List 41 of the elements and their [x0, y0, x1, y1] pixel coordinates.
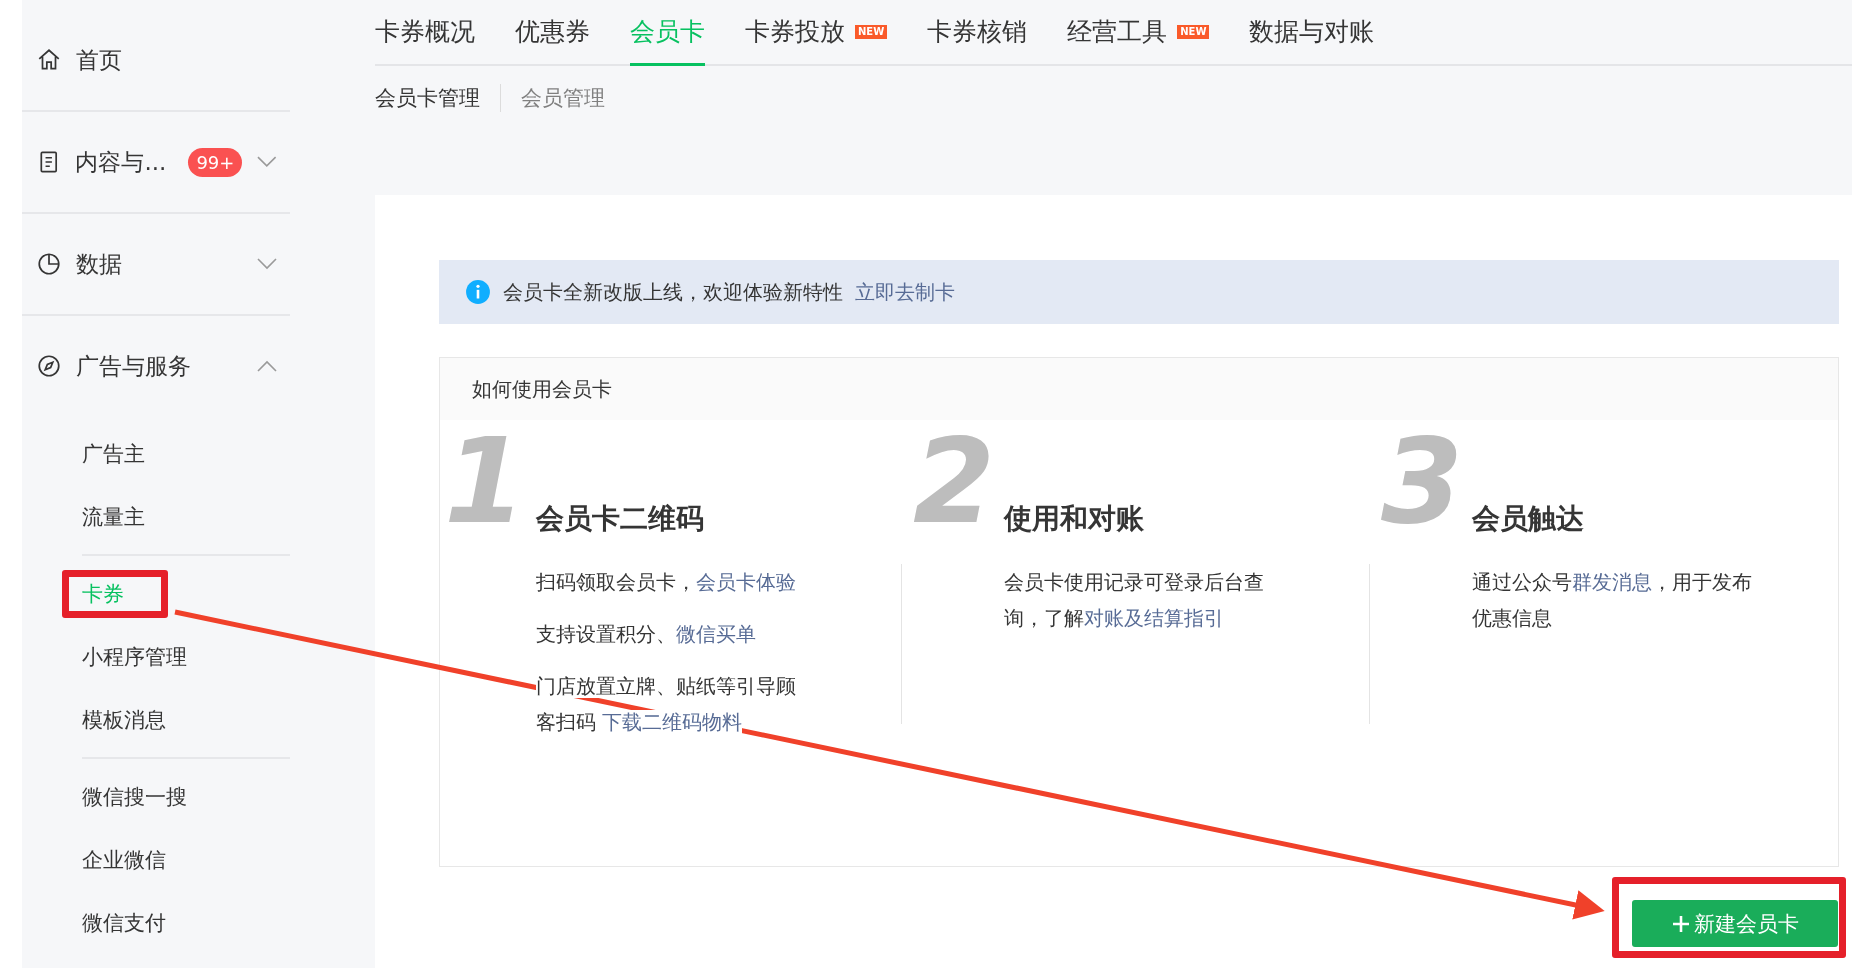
sidebar-subitem[interactable]: 小程序管理 [82, 642, 187, 671]
step-title: 会员卡二维码 [535, 501, 705, 537]
sidebar-subitem[interactable]: 流量主 [82, 502, 145, 531]
pie-chart-icon [36, 251, 62, 277]
sidebar-item[interactable]: 广告与服务 [22, 316, 290, 416]
subtab[interactable]: 会员管理 [500, 84, 625, 112]
sidebar-item[interactable]: 数据 [22, 214, 290, 314]
tab[interactable]: 卡券概况 [375, 0, 475, 66]
subtab[interactable]: 会员卡管理 [375, 84, 500, 112]
tab[interactable]: 经营工具 NEW [1067, 0, 1210, 66]
step-number: 3 [1381, 422, 1464, 540]
tab[interactable]: 优惠券 [515, 0, 590, 66]
tab[interactable]: 卡券核销 [927, 0, 1028, 66]
guide-title: 如何使用会员卡 [440, 358, 1838, 420]
sidebar-subitem[interactable]: 微信搜一搜 [82, 782, 187, 811]
notice-link[interactable]: 立即去制卡 [855, 278, 955, 306]
sidebar-item[interactable]: 内容与... 99+ [22, 112, 290, 212]
sidebar-item[interactable]: 首页 [22, 10, 290, 110]
compass-icon [36, 353, 62, 379]
sidebar-subitem[interactable]: 企业微信 [82, 845, 166, 874]
count-badge: 99+ [188, 147, 243, 177]
sidebar-subitem[interactable]: 微信支付 [82, 908, 166, 937]
new-badge: NEW [855, 24, 888, 39]
step-number: 1 [444, 422, 527, 540]
text-link[interactable]: 群发消息 [1572, 570, 1652, 594]
notice-text: 会员卡全新改版上线，欢迎体验新特性 [503, 278, 843, 306]
step-title: 使用和对账 [1002, 501, 1145, 537]
step-text: 门店放置立牌、贴纸等引导顾客扫码 下载二维码物料 [536, 673, 797, 736]
info-icon [465, 279, 491, 305]
step-title: 会员触达 [1471, 501, 1585, 537]
home-icon [36, 47, 62, 73]
sidebar-subitem[interactable]: 广告主 [82, 439, 145, 468]
tab[interactable]: 数据与对账 [1249, 0, 1375, 66]
plus-icon [1671, 914, 1690, 933]
tab[interactable]: 卡券投放 NEW [745, 0, 888, 66]
text-link[interactable]: 会员卡体验 [696, 570, 796, 594]
step-number: 2 [913, 422, 996, 540]
sidebar-subitem[interactable]: 模板消息 [82, 705, 166, 734]
new-badge: NEW [1177, 24, 1210, 39]
text-link[interactable]: 下载二维码物料 [602, 710, 743, 734]
text-link[interactable]: 微信买单 [676, 622, 756, 646]
